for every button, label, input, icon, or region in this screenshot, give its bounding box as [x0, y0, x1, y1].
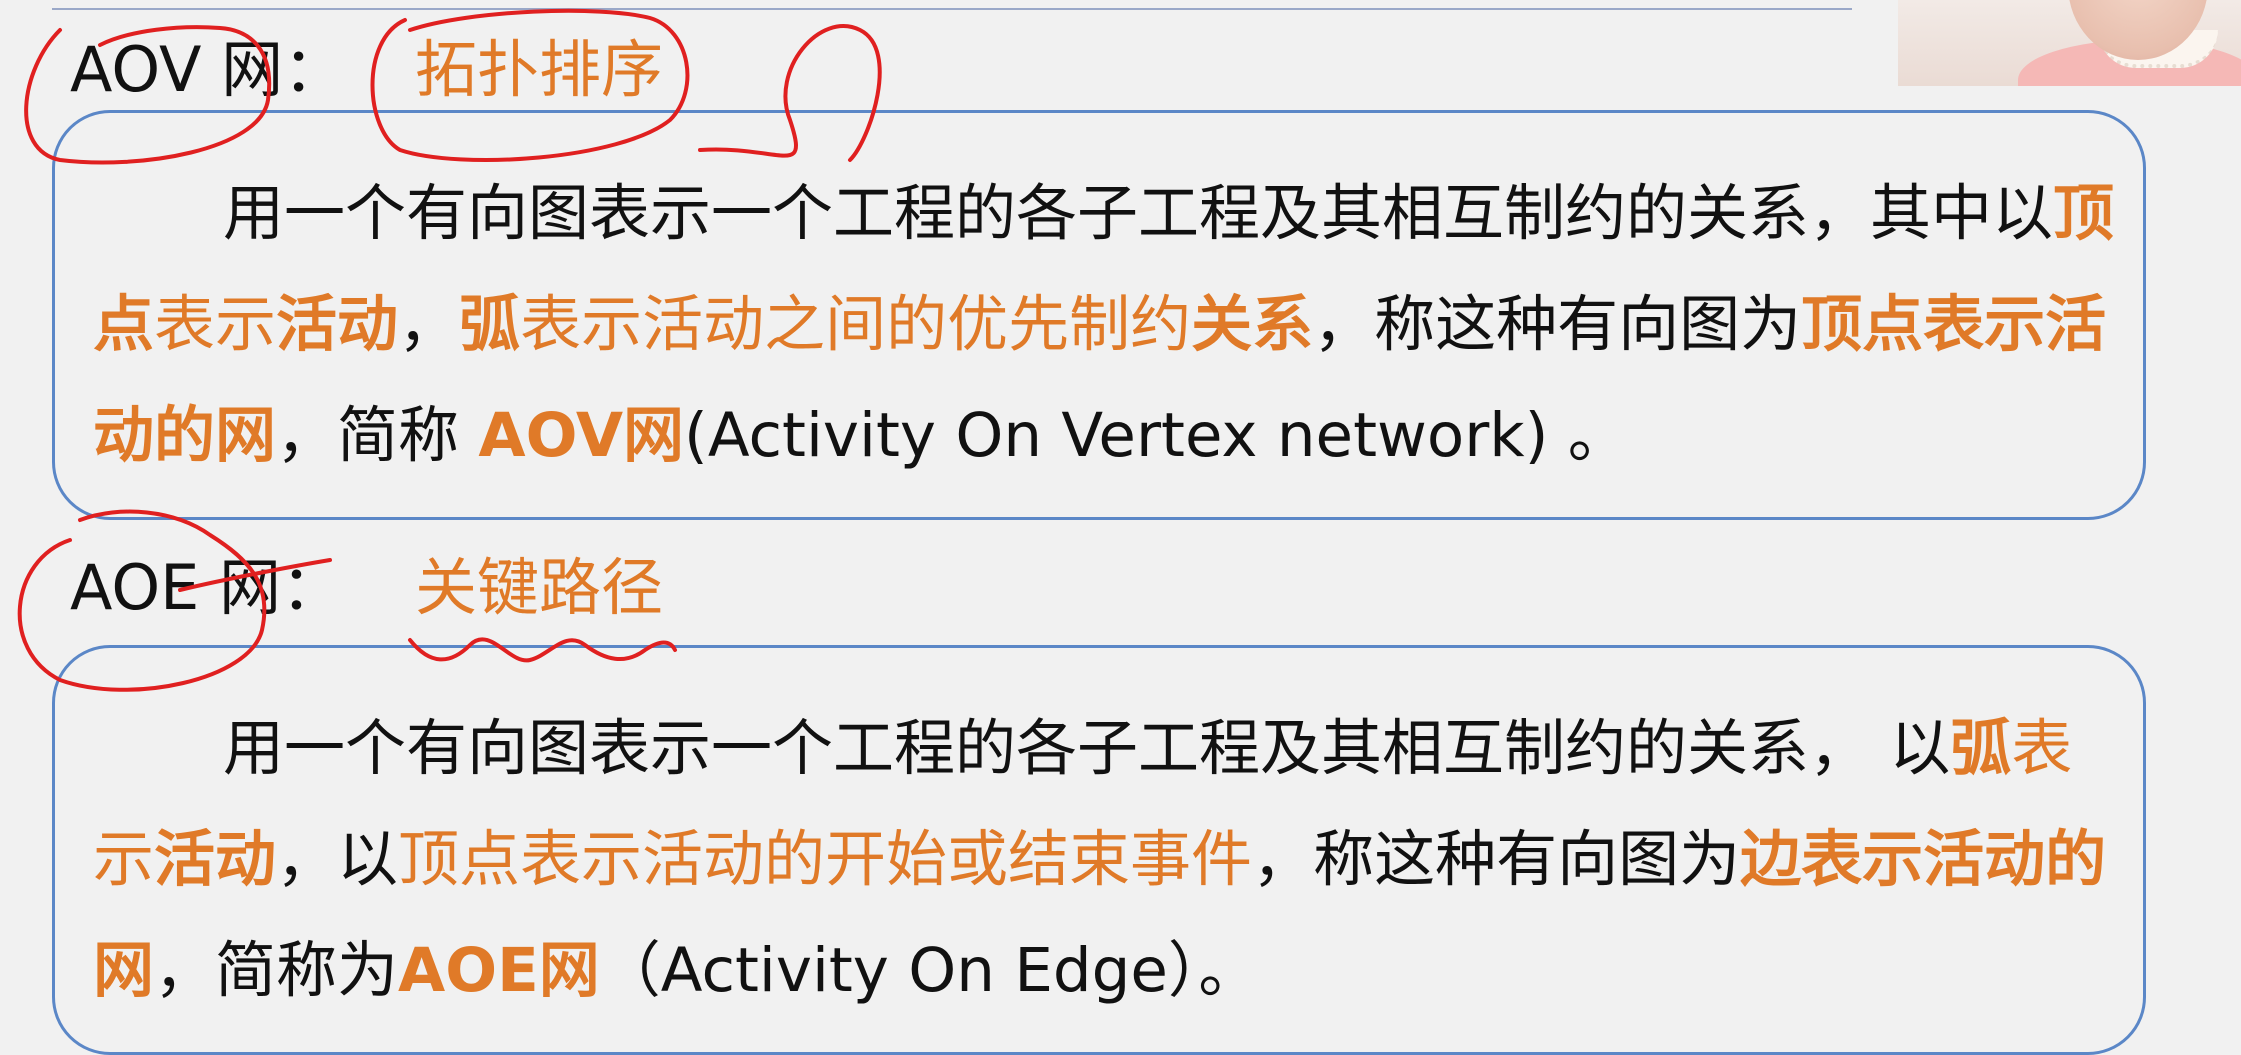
aoe-note: 关键路径: [415, 551, 664, 624]
presenter-webcam: [1898, 0, 2241, 86]
aov-label: AOV 网：: [70, 33, 346, 106]
aov-definition-card: 用一个有向图表示一个工程的各子工程及其相互制约的关系，其中以顶点表示活动，弧表示…: [52, 110, 2146, 520]
aoe-label: AOE 网：: [70, 551, 344, 624]
aoe-definition-card: 用一个有向图表示一个工程的各子工程及其相互制约的关系， 以弧表示活动，以顶点表示…: [52, 645, 2146, 1055]
top-divider: [52, 8, 1852, 10]
aov-heading: AOV 网： 拓扑排序: [70, 30, 663, 110]
aoe-definition-text: 用一个有向图表示一个工程的各子工程及其相互制约的关系， 以弧表示活动，以顶点表示…: [93, 713, 2107, 1006]
aov-definition-text: 用一个有向图表示一个工程的各子工程及其相互制约的关系，其中以顶点表示活动，弧表示…: [93, 178, 2115, 471]
aov-note: 拓扑排序: [415, 33, 664, 106]
aoe-heading: AOE 网： 关键路径: [70, 548, 663, 628]
